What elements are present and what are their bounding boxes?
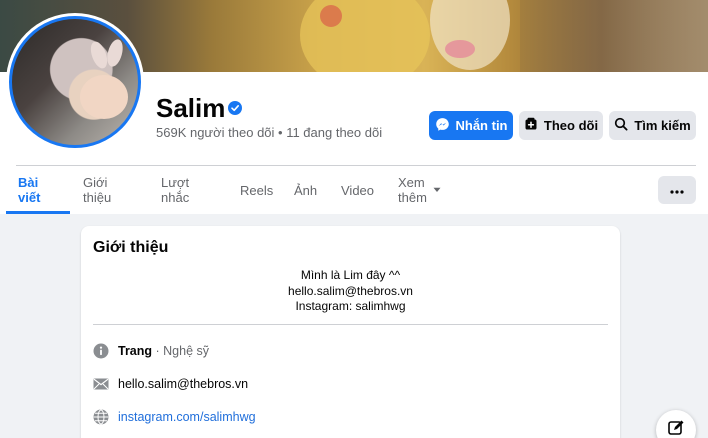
tab-see-more[interactable]: Xem thêm [398,166,441,214]
follow-button[interactable]: Theo dõi [519,111,603,140]
tab-reels[interactable]: Reels [240,166,273,214]
search-button-label: Tìm kiếm [634,118,691,133]
page-type-label: Trang [118,344,153,358]
profile-name: Salim [156,93,226,123]
message-button[interactable]: Nhắn tin [429,111,513,140]
envelope-icon [93,376,109,392]
category-separator: · [152,344,164,358]
messenger-icon [435,117,450,135]
instagram-link[interactable]: instagram.com/salimhwg [118,410,256,424]
tab-mentions[interactable]: Lượt nhắc [161,166,189,214]
bio-line: Instagram: salimhwg [295,299,406,313]
profile-header: Salim 569K người theo dõi • 11 đang theo… [0,0,708,214]
tab-posts[interactable]: Bài viết [18,166,40,214]
intro-divider [93,324,608,325]
page-category-row: Trang · Nghệ sỹ [93,341,209,361]
more-dots-icon [670,181,684,199]
email-row: hello.salim@thebros.vn [93,374,248,394]
page-category: Nghệ sỹ [163,344,210,358]
caret-down-icon [433,187,441,193]
message-button-label: Nhắn tin [455,118,508,133]
more-options-button[interactable] [658,176,696,204]
bio-line: Mình là Lim đây ^^ [300,268,401,282]
intro-bio: Mình là Lim đây ^^ hello.salim@thebros.v… [81,268,620,315]
active-tab-indicator [6,211,70,214]
tab-photos[interactable]: Ảnh [294,166,317,214]
edit-icon [667,419,685,438]
tab-videos[interactable]: Video [341,166,374,214]
search-icon [614,117,628,134]
bio-line: hello.salim@thebros.vn [288,283,413,298]
intro-card: Giới thiệu Mình là Lim đây ^^ hello.sali… [81,226,620,438]
profile-avatar[interactable] [6,13,144,151]
verified-badge-icon [228,101,242,115]
follow-icon [524,117,538,134]
follow-button-label: Theo dõi [543,118,599,133]
search-button[interactable]: Tìm kiếm [609,111,696,140]
intro-title: Giới thiệu [93,239,169,256]
follower-stats[interactable]: 569K người theo dõi • 11 đang theo dõi [156,125,382,140]
info-icon [93,343,109,359]
website-row: instagram.com/salimhwg [93,407,256,427]
tab-about[interactable]: Giới thiệu [83,166,111,214]
globe-icon [93,409,109,425]
edit-fab-button[interactable] [656,410,696,438]
contact-email: hello.salim@thebros.vn [118,377,249,391]
